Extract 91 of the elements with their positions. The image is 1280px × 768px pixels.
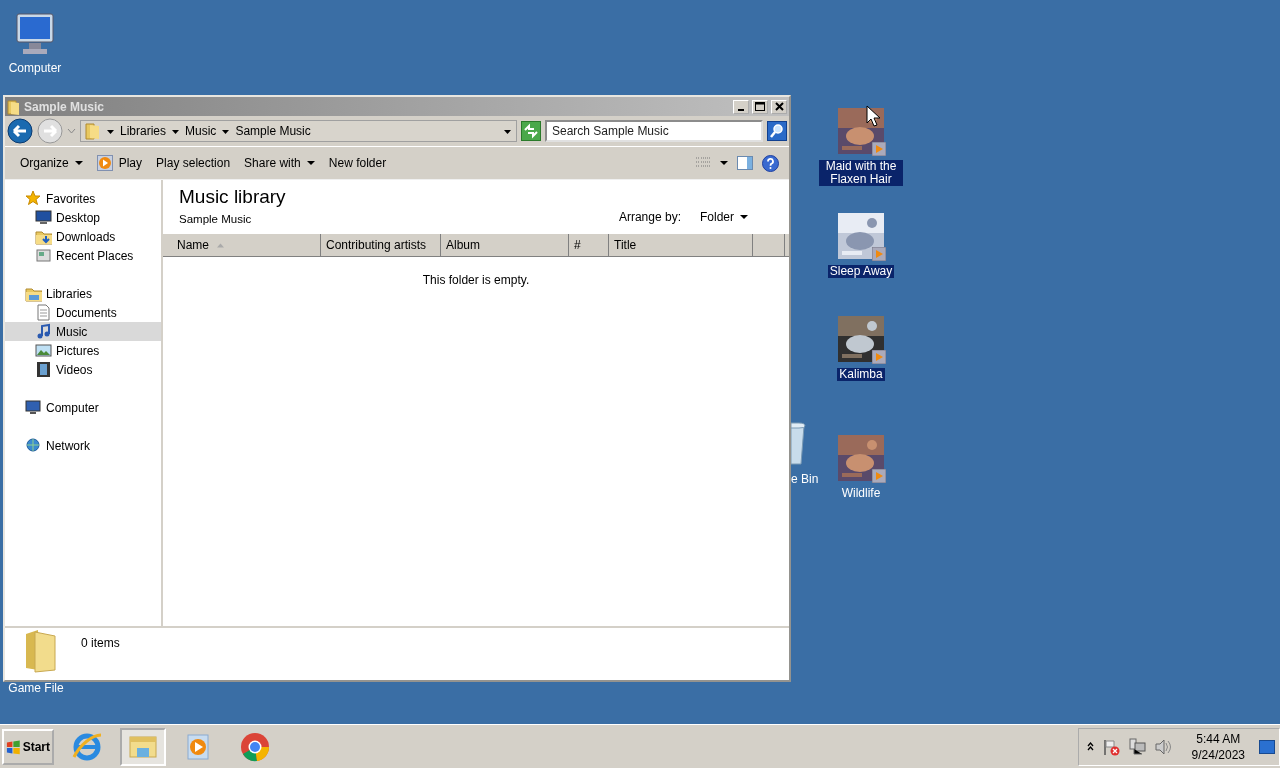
start-button[interactable]: Start (2, 728, 54, 765)
nav-item[interactable]: Documents (5, 303, 161, 322)
film-icon (35, 361, 52, 378)
clock-time[interactable]: 5:44 AM (1196, 730, 1241, 747)
show-desktop-icon[interactable] (1259, 739, 1275, 754)
chrome-icon (239, 730, 271, 763)
folder-icon (7, 98, 21, 115)
back-button[interactable] (7, 118, 33, 144)
address-bar[interactable]: Libraries Music Sample Music (80, 120, 517, 142)
arrange-label: Arrange by: (618, 210, 681, 224)
picture-icon (35, 342, 52, 359)
cursor-icon (866, 105, 880, 127)
monitor-icon (35, 209, 52, 226)
search-button[interactable] (767, 121, 787, 141)
caret-icon[interactable] (172, 127, 180, 135)
caret-icon (74, 160, 83, 166)
refresh-button[interactable] (521, 121, 541, 141)
nav-item[interactable]: Desktop (5, 208, 161, 227)
preview-pane-icon (737, 156, 753, 170)
desktop-icon-label[interactable]: Kalimba (837, 368, 885, 381)
library-title: Music library (179, 186, 286, 208)
play-badge-icon (872, 469, 886, 483)
speaker-icon[interactable] (1153, 737, 1172, 756)
network-icon[interactable] (1127, 737, 1146, 756)
maximize-icon (755, 102, 765, 111)
column-header[interactable]: Title (609, 234, 753, 256)
recycle-bin-icon[interactable] (791, 420, 807, 466)
column-header[interactable]: Contributing artists (321, 234, 441, 256)
maximize-button[interactable] (752, 99, 768, 114)
chevron-up-icon[interactable] (1086, 742, 1094, 751)
nav-item[interactable]: Network (5, 436, 161, 455)
clock-date[interactable]: 9/24/2023 (1191, 746, 1245, 763)
caret-icon[interactable] (720, 160, 728, 166)
play-icon (96, 155, 113, 171)
toolbar-button[interactable]: Organize (15, 153, 88, 173)
column-header[interactable]: # (569, 234, 609, 256)
item-count: 0 items (81, 636, 120, 652)
desktop-icon-label[interactable]: Game File (6, 682, 66, 695)
search-field[interactable]: Search Sample Music (545, 120, 763, 142)
nav-item[interactable]: Videos (5, 360, 161, 379)
toolbar-button[interactable]: Play selection (151, 153, 236, 173)
desktop-icon-label[interactable]: Sleep Away (827, 265, 895, 278)
caret-icon (306, 160, 315, 166)
nav-item[interactable]: Computer (5, 398, 161, 417)
toolbar-button[interactable]: Share with (239, 153, 320, 173)
computer-icon (25, 399, 42, 416)
document-icon (35, 304, 52, 321)
breadcrumb-item[interactable]: Libraries (120, 124, 167, 138)
nav-item[interactable]: Pictures (5, 341, 161, 360)
help-icon[interactable] (762, 154, 779, 172)
play-badge-icon (872, 142, 886, 156)
library-icon (25, 285, 42, 302)
folder-icon (23, 628, 59, 674)
breadcrumb-item[interactable]: Music (185, 124, 217, 138)
caret-icon (740, 214, 748, 220)
windows-logo-icon (6, 738, 21, 755)
desktop-icon-label[interactable]: Wildlife (839, 487, 883, 500)
arrange-dropdown[interactable]: Folder (695, 207, 753, 227)
flag-icon[interactable] (1101, 737, 1120, 756)
empty-folder-message: This folder is empty. (421, 273, 531, 287)
window-title: Sample Music (24, 99, 106, 114)
list-view-icon (695, 157, 711, 169)
minimize-button[interactable] (733, 99, 749, 114)
caret-icon[interactable] (504, 127, 512, 135)
star-icon (25, 190, 42, 207)
recent-places-icon (35, 247, 52, 264)
play-badge-icon (872, 350, 886, 364)
minimize-icon (738, 109, 744, 111)
play-badge-icon (872, 247, 886, 261)
nav-item[interactable]: Libraries (5, 284, 161, 303)
caret-icon[interactable] (107, 127, 114, 135)
library-subtitle: Sample Music (179, 213, 253, 225)
nav-item[interactable]: Favorites (5, 189, 161, 208)
close-icon (774, 102, 784, 111)
breadcrumb-item[interactable]: Sample Music (235, 124, 311, 138)
nav-item[interactable]: Recent Places (5, 246, 161, 265)
desktop-icon-label[interactable]: Maid with the Flaxen Hair (819, 160, 903, 186)
close-button[interactable] (771, 99, 787, 114)
column-header[interactable]: Name (163, 234, 321, 256)
toolbar-button[interactable]: Play (91, 152, 148, 174)
column-header[interactable]: Album (441, 234, 569, 256)
folder-icon (85, 122, 101, 140)
desktop-icon-label[interactable]: e Bin (791, 473, 821, 486)
desktop-icon-label[interactable]: Computer (6, 62, 64, 75)
music-note-icon (35, 323, 52, 340)
network-icon (25, 437, 42, 454)
folder-icon (35, 228, 52, 245)
nav-item[interactable]: Music (5, 322, 161, 341)
caret-icon[interactable] (222, 127, 230, 135)
toolbar-button[interactable]: New folder (323, 153, 392, 173)
nav-item[interactable]: Downloads (5, 227, 161, 246)
